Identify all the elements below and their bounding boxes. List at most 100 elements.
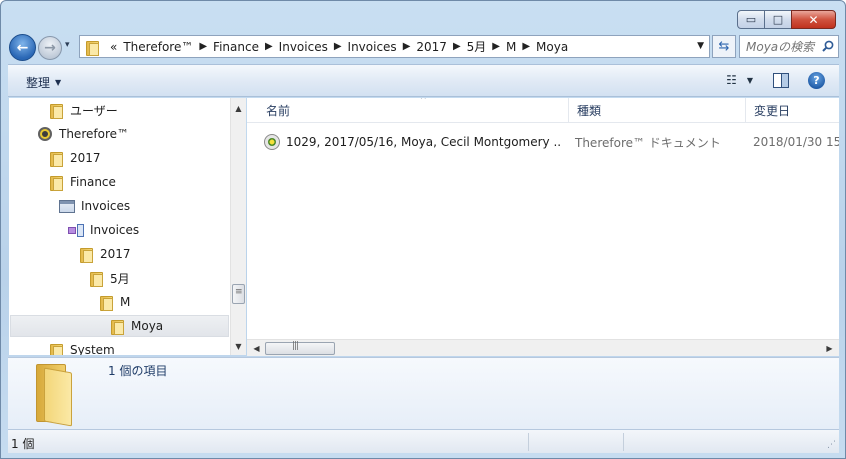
tree-item-label: M <box>120 295 131 309</box>
tree-item-label: Invoices <box>90 223 140 237</box>
tree-item-label: Therefore™ <box>59 127 129 141</box>
horizontal-scrollbar[interactable]: ◀ ||| ▶ <box>247 339 839 356</box>
maximize-icon: □ <box>772 13 784 26</box>
folder-large-icon <box>32 362 88 427</box>
tree-item-label: ユーザー <box>70 103 118 118</box>
tree-item[interactable]: 2017 <box>49 147 101 169</box>
tree-item-label: 2017 <box>100 247 131 261</box>
tree-item[interactable]: ユーザー <box>49 99 118 121</box>
item-count: 1 個の項目 <box>108 364 168 378</box>
tree-item[interactable]: Finance <box>49 171 116 193</box>
file-type: Therefore™ ドキュメント <box>575 135 721 150</box>
breadcrumb-separator-icon[interactable]: ▶ <box>199 41 207 52</box>
breadcrumb-item[interactable]: 5月 <box>467 38 487 55</box>
back-button[interactable]: ← <box>9 34 36 61</box>
scroll-up-icon[interactable]: ▲ <box>231 100 246 116</box>
close-button[interactable]: ✕ <box>791 10 836 29</box>
navigation-row: ← → ▾ « Therefore™ ▶ Finance ▶ Invoices … <box>9 34 839 61</box>
therefore-server-icon <box>38 127 52 141</box>
breadcrumb-item[interactable]: Invoices <box>279 40 328 54</box>
search-input[interactable] <box>746 39 816 54</box>
column-header-label: 名前 <box>266 104 291 118</box>
therefore-document-icon <box>264 134 280 150</box>
column-header-name[interactable]: 名前 ^ <box>258 98 569 123</box>
forward-arrow-icon: → <box>44 40 56 56</box>
scrollbar-thumb[interactable]: ≡ <box>232 284 245 304</box>
folder-icon <box>110 319 124 335</box>
sort-ascending-icon: ^ <box>420 98 427 104</box>
breadcrumb-separator-icon[interactable]: ▶ <box>403 41 411 52</box>
help-icon: ? <box>813 74 820 87</box>
tree-item-label: Finance <box>70 175 116 189</box>
folder-icon <box>99 295 113 311</box>
scroll-grip-icon: ≡ <box>235 287 243 297</box>
tree-item-label: System <box>70 343 115 355</box>
breadcrumb-item[interactable]: Finance <box>213 40 259 54</box>
back-arrow-icon: ← <box>16 39 29 56</box>
change-view-button[interactable]: ☷ ▼ <box>726 73 753 87</box>
breadcrumb-item[interactable]: Moya <box>536 40 568 54</box>
tree-item-label: Moya <box>131 319 164 333</box>
breadcrumb-item[interactable]: Invoices <box>348 40 397 54</box>
breadcrumb-separator-icon[interactable]: ▶ <box>522 41 530 52</box>
status-divider <box>623 433 624 451</box>
scroll-right-icon[interactable]: ▶ <box>822 340 837 356</box>
status-bar: 1 個 ⋰ <box>8 429 839 453</box>
breadcrumb-separator-icon[interactable]: ▶ <box>265 41 273 52</box>
tree-item[interactable]: 5月 <box>89 267 130 289</box>
organize-label: 整理 <box>26 76 51 90</box>
command-bar: 整理 ▼ ☷ ▼ ? <box>8 64 839 97</box>
organize-button[interactable]: 整理 ▼ <box>26 74 61 91</box>
details-pane: 1 個の項目 <box>8 357 839 429</box>
breadcrumb-separator-icon[interactable]: ▶ <box>492 41 500 52</box>
file-modified-date: 2018/01/30 15 <box>753 135 839 149</box>
cabinet-icon <box>59 199 75 213</box>
maximize-button[interactable]: □ <box>764 10 792 29</box>
breadcrumb-item[interactable]: Therefore™ <box>123 40 193 54</box>
file-list-pane: 名前 ^ 種類 変更日 1029, 2017/05/16, Moya, Ceci… <box>247 98 839 355</box>
folder-icon <box>49 151 63 167</box>
help-button[interactable]: ? <box>808 72 825 89</box>
tree-item[interactable]: Invoices <box>59 195 130 217</box>
breadcrumb-overflow[interactable]: « <box>110 40 117 54</box>
breadcrumb-item[interactable]: 2017 <box>416 40 447 54</box>
address-bar[interactable]: « Therefore™ ▶ Finance ▶ Invoices ▶ Invo… <box>79 35 710 58</box>
workflow-category-icon <box>68 224 84 237</box>
tree-item[interactable]: Invoices <box>68 219 139 241</box>
column-header-type[interactable]: 種類 <box>569 98 746 123</box>
view-list-icon: ☷ <box>726 73 737 87</box>
navigation-scrollbar[interactable]: ▲ ≡ ▼ <box>230 98 246 355</box>
tree-item-label: Invoices <box>81 199 131 213</box>
search-box[interactable] <box>739 35 839 58</box>
status-divider <box>528 433 529 451</box>
scroll-down-icon[interactable]: ▼ <box>231 338 246 354</box>
tree-item[interactable]: 2017 <box>79 243 131 265</box>
address-dropdown-icon[interactable]: ▼ <box>697 41 704 51</box>
resize-grip-icon[interactable]: ⋰ <box>827 440 836 450</box>
breadcrumb-separator-icon[interactable]: ▶ <box>334 41 342 52</box>
scroll-left-icon[interactable]: ◀ <box>249 340 264 356</box>
preview-pane-button[interactable] <box>773 73 789 88</box>
breadcrumb-item[interactable]: M <box>506 40 516 54</box>
minimize-button[interactable]: ▭ <box>737 10 765 29</box>
file-row[interactable]: 1029, 2017/05/16, Moya, Cecil Montgomery… <box>264 133 839 151</box>
forward-button[interactable]: → <box>38 36 62 60</box>
folder-icon <box>85 40 99 56</box>
tree-item-selected[interactable]: Moya <box>10 315 229 337</box>
status-text: 1 個 <box>11 437 35 451</box>
refresh-button[interactable]: ⇆ <box>712 35 736 58</box>
tree-item-label: 5月 <box>110 271 130 286</box>
column-header-date[interactable]: 変更日 <box>746 98 839 123</box>
recent-pages-dropdown[interactable]: ▾ <box>65 40 70 50</box>
explorer-window: ▭ □ ✕ ← → ▾ « Therefore™ ▶ Finance ▶ Inv… <box>0 0 846 459</box>
tree-item[interactable]: M <box>99 291 130 313</box>
folder-icon <box>49 175 63 191</box>
tree-item[interactable]: System <box>49 339 115 355</box>
column-header-label: 変更日 <box>754 104 791 118</box>
tree-item[interactable]: Therefore™ <box>38 123 129 145</box>
search-icon[interactable] <box>822 40 834 52</box>
folder-icon <box>89 271 103 287</box>
folder-icon <box>49 343 63 355</box>
scrollbar-thumb[interactable]: ||| <box>265 341 335 355</box>
breadcrumb-separator-icon[interactable]: ▶ <box>453 41 461 52</box>
